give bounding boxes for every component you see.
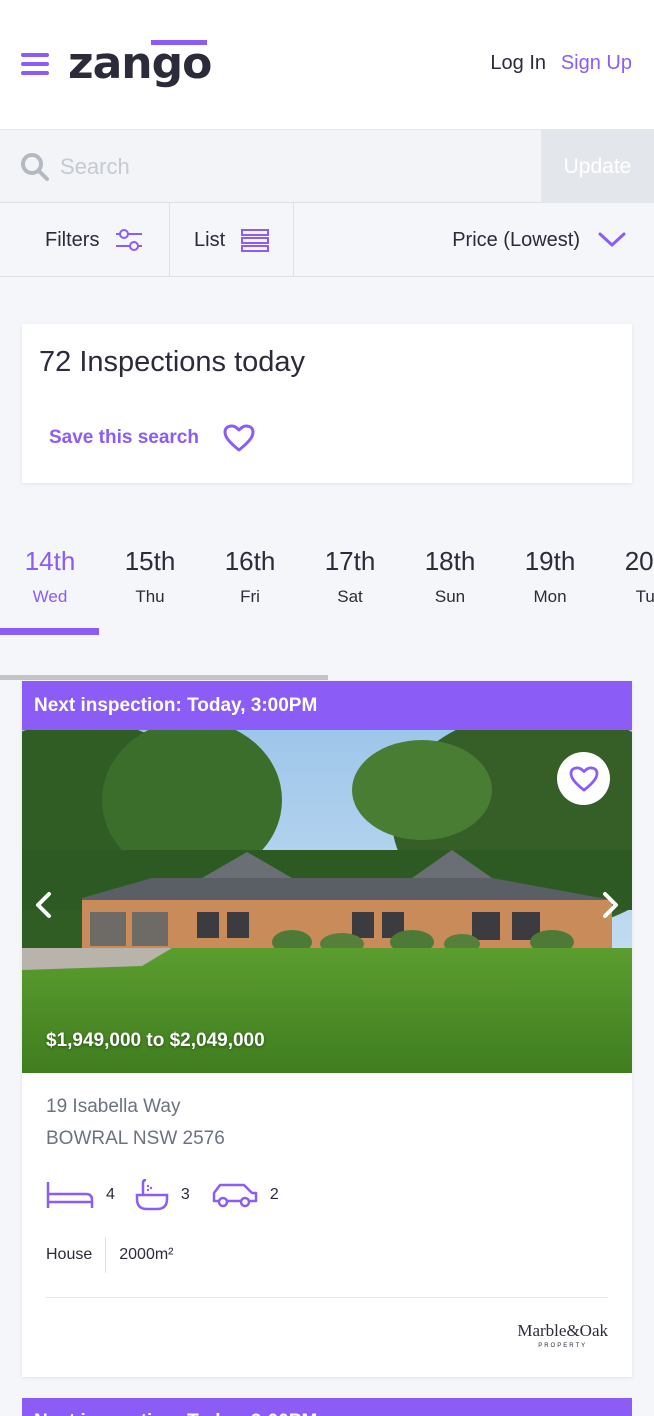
date-tab-18th[interactable]: 18th Sun <box>400 530 500 635</box>
listing-card[interactable]: Next inspection: Today, 3:00PM <box>22 1398 632 1416</box>
scroll-progress-bar <box>0 675 328 680</box>
search-icon <box>21 153 49 181</box>
date-day: 14th <box>24 546 76 576</box>
hamburger-menu-icon[interactable] <box>21 53 49 75</box>
sort-label: Price (Lowest) <box>452 228 580 251</box>
date-tab-17th[interactable]: 17th Sat <box>300 530 400 635</box>
date-weekday: Tue <box>635 587 654 606</box>
chevron-right-icon <box>603 892 618 918</box>
sliders-icon <box>116 229 143 251</box>
update-button[interactable]: Update <box>541 130 654 203</box>
bedrooms: 4 <box>46 1180 115 1210</box>
filters-button[interactable]: Filters <box>0 203 170 277</box>
date-day: 16th <box>224 546 276 576</box>
land-size: 2000m² <box>119 1246 174 1263</box>
house-photo-image <box>22 730 632 1073</box>
next-photo-button[interactable] <box>596 885 626 925</box>
filters-label: Filters <box>45 228 100 251</box>
listing-price: $1,949,000 to $2,049,000 <box>46 1030 265 1051</box>
chevron-down-icon <box>598 232 626 247</box>
date-day: 15th <box>124 546 176 576</box>
date-weekday: Mon <box>533 587 567 606</box>
listing-suburb: BOWRAL NSW 2576 <box>46 1128 225 1149</box>
inspections-count-title: 72 Inspections today <box>39 346 306 378</box>
date-selector: 14th Wed 15th Thu 16th Fri 17th Sat 18th… <box>0 530 654 635</box>
car-icon <box>212 1183 258 1208</box>
bathrooms: 3 <box>135 1179 190 1211</box>
results-toolbar: Filters List Price (Lowest) <box>0 203 654 277</box>
date-weekday: Fri <box>240 587 260 606</box>
listing-photo[interactable]: $1,949,000 to $2,049,000 <box>22 730 632 1073</box>
search-input[interactable] <box>60 148 520 186</box>
save-search-label: Save this search <box>49 427 199 448</box>
save-search-button[interactable]: Save this search <box>49 424 255 452</box>
signup-link[interactable]: Sign Up <box>561 52 632 75</box>
bedroom-count: 4 <box>106 1186 115 1203</box>
next-inspection-banner: Next inspection: Today, 3:00PM <box>22 681 632 730</box>
logo-accent-bar <box>151 40 207 45</box>
date-tab-19th[interactable]: 19th Mon <box>500 530 600 635</box>
car-count: 2 <box>269 1186 279 1203</box>
listing-card[interactable]: Next inspection: Today, 3:00PM <box>22 681 632 1377</box>
date-tab-15th[interactable]: 15th Thu <box>100 530 200 635</box>
login-link[interactable]: Log In <box>490 52 546 75</box>
bathroom-count: 3 <box>180 1186 190 1203</box>
listing-meta: House 2000m² <box>46 1237 174 1273</box>
date-weekday: Sat <box>337 587 363 606</box>
chevron-left-icon <box>36 892 51 918</box>
list-view-button[interactable]: List <box>170 203 294 277</box>
agency-logo: Marble&Oak PROPERTY <box>517 1321 608 1349</box>
bed-icon <box>46 1182 94 1208</box>
favourite-button[interactable] <box>557 752 610 805</box>
date-weekday: Wed <box>32 587 68 606</box>
next-inspection-banner: Next inspection: Today, 3:00PM <box>22 1402 632 1416</box>
sort-dropdown[interactable]: Price (Lowest) <box>294 203 654 277</box>
heart-icon <box>223 424 255 452</box>
date-weekday: Sun <box>434 587 466 606</box>
date-day: 18th <box>424 546 476 576</box>
heart-icon <box>569 765 598 792</box>
agency-subtitle: PROPERTY <box>538 1343 588 1349</box>
date-tab-16th[interactable]: 16th Fri <box>200 530 300 635</box>
date-weekday: Thu <box>135 587 165 606</box>
list-icon <box>241 229 270 252</box>
listing-features: 4 3 2 <box>46 1175 299 1215</box>
property-type: House <box>46 1237 107 1273</box>
date-day: 19th <box>524 546 576 576</box>
agency-name: Marble&Oak <box>517 1321 608 1340</box>
date-tab-14th[interactable]: 14th Wed <box>0 530 100 635</box>
date-day: 17th <box>324 546 376 576</box>
search-bar: Update <box>0 130 654 203</box>
bath-icon <box>135 1179 169 1211</box>
car-spaces: 2 <box>210 1181 279 1209</box>
card-divider <box>46 1297 608 1298</box>
inspections-summary-card: 72 Inspections today Save this search <box>22 324 632 483</box>
active-date-indicator <box>0 628 99 635</box>
list-label: List <box>194 228 226 251</box>
date-day: 20th <box>624 546 654 576</box>
app-header: zango Log In Sign Up <box>0 0 654 130</box>
date-tab-20th[interactable]: 20th Tue <box>600 530 654 635</box>
listing-street-address: 19 Isabella Way <box>46 1096 181 1117</box>
previous-photo-button[interactable] <box>28 885 58 925</box>
